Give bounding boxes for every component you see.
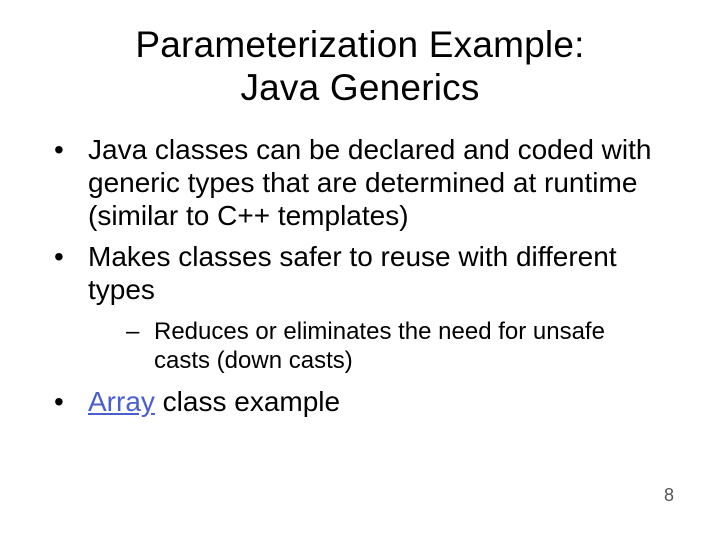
title-line-1: Parameterization Example: [135,24,584,65]
bullet-text-2: Makes classes safer to reuse with differ… [88,241,617,305]
sub-bullet-text-1: Reduces or eliminates the need for unsaf… [154,318,605,373]
slide: Parameterization Example: Java Generics … [0,0,720,540]
slide-title: Parameterization Example: Java Generics [0,0,720,119]
sub-bullet-list: Reduces or eliminates the need for unsaf… [88,318,664,375]
page-number: 8 [664,485,674,506]
bullet-item-3: Array class example [48,385,664,418]
bullet-list: Java classes can be declared and coded w… [48,133,664,418]
array-link[interactable]: Array [88,386,155,417]
bullet-text-1: Java classes can be declared and coded w… [88,134,651,231]
sub-bullet-item-1: Reduces or eliminates the need for unsaf… [88,318,664,375]
bullet-text-3-rest: class example [155,386,340,417]
bullet-item-2: Makes classes safer to reuse with differ… [48,240,664,375]
title-line-2: Java Generics [240,67,479,108]
slide-body: Java classes can be declared and coded w… [0,133,720,418]
bullet-item-1: Java classes can be declared and coded w… [48,133,664,232]
